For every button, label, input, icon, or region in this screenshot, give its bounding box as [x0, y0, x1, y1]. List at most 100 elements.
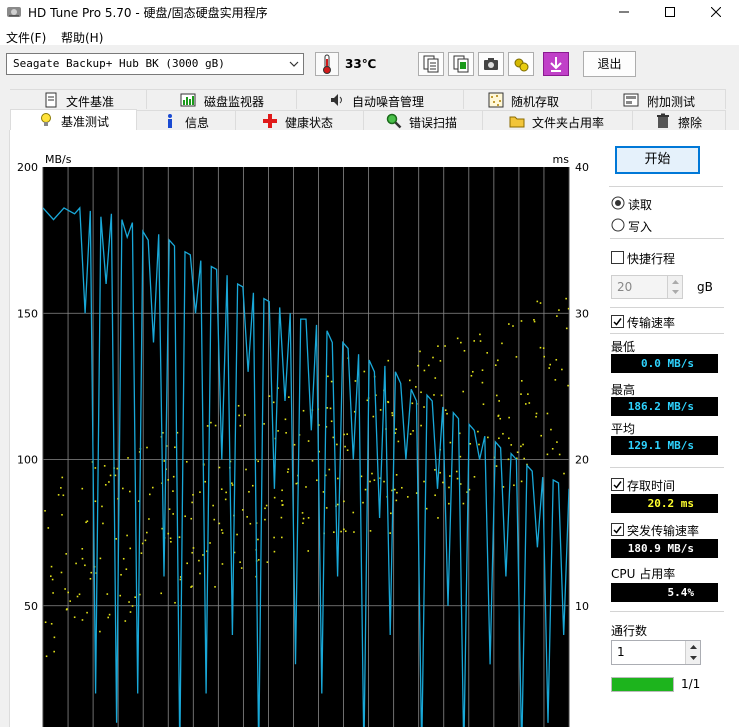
access-time-point: [53, 650, 55, 653]
y-tick-left: 50: [24, 600, 38, 613]
tab-label: 附加测试: [647, 95, 696, 109]
access-checkbox[interactable]: [611, 478, 624, 491]
access-time-point: [440, 394, 443, 397]
camera-icon: [484, 58, 498, 70]
quick-label[interactable]: 快捷行程: [627, 250, 675, 267]
options-button[interactable]: [508, 52, 534, 76]
menu-help[interactable]: 帮助(H): [61, 29, 103, 46]
minimize-button[interactable]: [601, 0, 647, 24]
access-time-point: [94, 500, 97, 503]
title-bar[interactable]: HD Tune Pro 5.70 - 硬盘/固态硬盘实用程序: [0, 0, 739, 24]
access-time-point: [212, 504, 214, 507]
access-time-point: [343, 433, 345, 436]
exit-button[interactable]: 退出: [583, 51, 636, 77]
access-time-point: [330, 420, 333, 423]
threads-input[interactable]: 1: [611, 640, 701, 665]
access-time-point: [81, 547, 84, 550]
access-time-point: [459, 455, 462, 458]
access-time-point: [565, 327, 568, 330]
tab-info[interactable]: 信息: [137, 110, 236, 130]
access-time-point: [536, 300, 539, 303]
read-label[interactable]: 读取: [628, 196, 652, 213]
access-time-point: [45, 655, 48, 658]
access-time-point: [214, 586, 216, 588]
read-radio[interactable]: [611, 196, 625, 210]
access-time-point: [481, 381, 484, 384]
access-time-point: [263, 423, 265, 425]
access-time-point: [81, 487, 84, 490]
access-value: 20.2 ms: [611, 494, 718, 513]
access-time-point: [411, 402, 414, 405]
access-time-point: [129, 547, 132, 550]
access-time-point: [94, 467, 97, 469]
tab-random-access[interactable]: 随机存取: [464, 89, 592, 109]
copy-text-button[interactable]: [418, 52, 444, 76]
write-radio[interactable]: [611, 218, 625, 232]
access-time-point: [245, 468, 247, 471]
access-time-point: [109, 474, 112, 477]
tab-label: 错误扫描: [409, 116, 458, 130]
access-time-point: [191, 501, 193, 504]
access-time-point: [151, 486, 154, 489]
drive-select[interactable]: Seagate Backup+ Hub BK (3000 gB): [6, 53, 304, 75]
access-time-point: [432, 356, 434, 359]
tab-label: 信息: [185, 116, 210, 130]
tab-noise-management[interactable]: 自动噪音管理: [297, 89, 464, 109]
screenshot-button[interactable]: [478, 52, 504, 76]
access-time-point: [277, 430, 279, 432]
threads-label: 通行数: [611, 624, 648, 638]
tab-error-scan[interactable]: 错误扫描: [364, 110, 483, 130]
access-time-point: [286, 471, 289, 473]
access-time-point: [327, 375, 329, 378]
tab-disk-monitor[interactable]: 磁盘监视器: [147, 89, 297, 109]
access-label[interactable]: 存取时间: [627, 477, 675, 494]
y-tick-left: 200: [17, 161, 38, 174]
access-time-point: [146, 531, 148, 534]
access-time-point: [337, 477, 339, 480]
access-time-point: [272, 401, 275, 404]
access-time-point: [73, 616, 76, 619]
tab-erase[interactable]: 擦除: [633, 110, 726, 130]
access-time-point: [307, 517, 310, 519]
access-time-point: [81, 557, 84, 560]
access-time-point: [333, 531, 335, 533]
save-button[interactable]: [543, 52, 569, 76]
threads-stepper[interactable]: [685, 641, 700, 664]
access-time-point: [64, 588, 66, 590]
menu-file[interactable]: 文件(F): [6, 29, 46, 46]
quick-stroke-stepper[interactable]: [667, 276, 682, 298]
write-label[interactable]: 写入: [628, 218, 652, 235]
access-time-point: [264, 507, 266, 510]
access-time-point: [412, 430, 414, 432]
start-button[interactable]: 开始: [615, 146, 700, 174]
burst-checkbox[interactable]: [611, 523, 624, 536]
close-button[interactable]: [693, 0, 739, 24]
speaker-icon: [331, 94, 342, 106]
temperature-button[interactable]: [315, 52, 339, 76]
burst-label[interactable]: 突发传输速率: [627, 522, 699, 539]
tab-folder-usage[interactable]: 文件夹占用率: [483, 110, 633, 130]
access-time-point: [148, 493, 151, 496]
access-time-point: [448, 486, 450, 489]
access-time-point: [344, 530, 347, 532]
tab-health[interactable]: 健康状态: [236, 110, 364, 130]
tab-file-benchmark[interactable]: 文件基准: [10, 89, 147, 109]
access-time-point: [128, 601, 130, 603]
transfer-checkbox[interactable]: [611, 315, 624, 328]
tab-extra-tests[interactable]: 附加测试: [592, 89, 726, 109]
access-time-point: [343, 528, 345, 531]
access-time-point: [265, 504, 268, 507]
access-time-point: [49, 575, 52, 577]
tab-benchmark[interactable]: 基准测试: [10, 109, 137, 131]
copy-screen-button[interactable]: [448, 52, 474, 76]
access-time-point: [486, 352, 489, 354]
access-time-point: [437, 345, 439, 347]
access-time-point: [551, 448, 554, 450]
progress-fill: [612, 678, 673, 691]
access-time-point: [236, 533, 238, 536]
access-time-point: [554, 379, 557, 381]
quick-stroke-input[interactable]: 20: [611, 275, 683, 299]
maximize-button[interactable]: [647, 0, 693, 24]
transfer-label[interactable]: 传输速率: [627, 314, 675, 331]
quick-checkbox[interactable]: [611, 251, 624, 264]
